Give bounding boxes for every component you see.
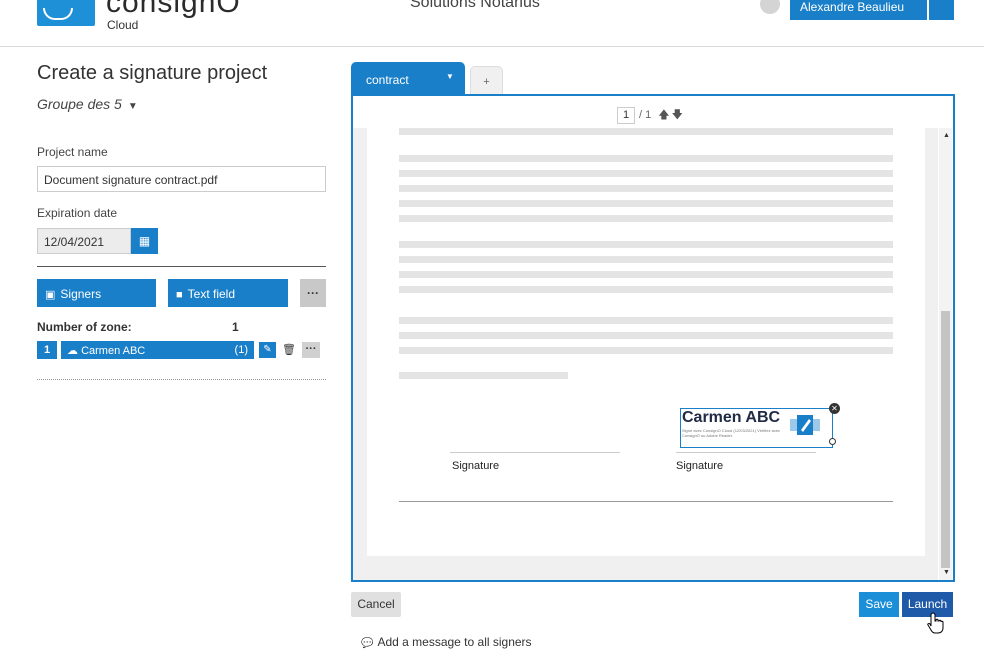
logo-subtitle: Cloud	[107, 18, 139, 32]
arrow-down-icon[interactable]: 🡇	[672, 109, 683, 121]
group-label: Groupe des 5	[37, 96, 122, 112]
logo-text: consignO	[106, 0, 241, 19]
comment-icon: 💬	[361, 638, 374, 649]
edit-icon[interactable]: ✎	[259, 342, 276, 358]
expiration-date-label: Expiration date	[37, 206, 118, 220]
zone-more-button[interactable]: ···	[302, 342, 320, 358]
resize-handle[interactable]	[829, 438, 836, 445]
page-navigation: 1 / 1 🡅 🡇	[617, 106, 683, 125]
text-line	[399, 256, 893, 263]
document-divider	[399, 501, 893, 502]
page-title: Create a signature project	[37, 62, 268, 84]
text-line	[399, 128, 893, 135]
signature-label-left: Signature	[452, 460, 500, 472]
trash-icon[interactable]: 🗑	[281, 342, 297, 358]
text-line	[399, 215, 893, 222]
group-selector[interactable]: Groupe des 5 ▼	[37, 96, 138, 112]
signature-line	[676, 452, 816, 453]
text-line	[399, 332, 893, 339]
app-header: consignO Cloud Solutions Notarius Alexan…	[0, 0, 984, 47]
help-icon[interactable]	[760, 0, 780, 14]
consigno-logo-icon[interactable]	[37, 0, 95, 26]
text-line	[399, 200, 893, 207]
consigno-signature-icon	[790, 415, 820, 435]
arrow-up-icon[interactable]: 🡅	[658, 109, 669, 121]
text-line	[399, 155, 893, 162]
document-icon: ■	[176, 289, 183, 301]
add-tab-button[interactable]: +	[470, 66, 503, 96]
divider	[37, 266, 326, 267]
caret-down-icon: ▼	[127, 101, 138, 112]
signers-button-label: Signers	[60, 287, 102, 301]
page-number-input[interactable]: 1	[617, 107, 635, 124]
text-line	[399, 271, 893, 278]
hand-cursor-icon	[927, 612, 944, 634]
close-icon[interactable]: ✕	[829, 403, 840, 414]
text-line	[399, 317, 893, 324]
text-line	[399, 347, 893, 354]
save-button[interactable]: Save	[859, 592, 899, 617]
tab-contract-label: contract	[366, 73, 409, 87]
organization-name: Solutions Notarius	[410, 0, 540, 11]
scroll-up-icon[interactable]: ▲	[943, 132, 950, 139]
text-line	[399, 185, 893, 192]
project-name-input[interactable]: Document signature contract.pdf	[37, 166, 326, 192]
page-total: / 1	[639, 109, 652, 121]
text-line	[399, 170, 893, 177]
user-menu-caret[interactable]	[929, 0, 954, 20]
scrollbar-thumb[interactable]	[941, 311, 950, 568]
zone-number: 1	[37, 341, 57, 359]
text-field-button-label: Text field	[187, 287, 236, 301]
more-options-button[interactable]: ···	[300, 279, 326, 307]
dotted-divider	[37, 379, 326, 380]
expiration-date-input[interactable]: 12/04/2021	[37, 228, 131, 254]
zone-count: (1)	[234, 344, 248, 356]
tab-contract[interactable]: contract ▼	[351, 62, 465, 96]
add-message-label: Add a message to all signers	[377, 635, 532, 649]
signature-line	[450, 452, 620, 453]
signature-zone-name: Carmen ABC	[682, 409, 781, 426]
caret-down-icon[interactable]: ▼	[446, 72, 454, 81]
project-name-label: Project name	[37, 145, 108, 159]
calendar-icon[interactable]: ▦	[131, 228, 158, 254]
text-line	[399, 241, 893, 248]
scroll-down-icon[interactable]: ▼	[943, 569, 950, 576]
number-of-zone-label: Number of zone:	[37, 320, 132, 334]
text-line	[399, 372, 568, 379]
document-page	[367, 128, 925, 556]
zone-signer-name: Carmen ABC	[81, 345, 146, 357]
text-field-button[interactable]: ■ Text field	[168, 279, 288, 307]
user-menu-button[interactable]: Alexandre Beaulieu	[790, 0, 927, 20]
zone-signer-item[interactable]: ☁ Carmen ABC (1)	[61, 341, 254, 359]
signer-icon: ▣	[45, 289, 56, 301]
cancel-button[interactable]: Cancel	[351, 592, 401, 617]
signature-label-right: Signature	[676, 460, 724, 472]
add-message-link[interactable]: 💬 Add a message to all signers	[361, 635, 532, 649]
signature-zone-note: Signé avec ConsignO Cloud (12/03/2021) V…	[682, 428, 781, 438]
cloud-icon: ☁	[67, 345, 82, 357]
signers-button[interactable]: ▣ Signers	[37, 279, 156, 307]
text-line	[399, 286, 893, 293]
number-of-zone-value: 1	[232, 320, 239, 334]
